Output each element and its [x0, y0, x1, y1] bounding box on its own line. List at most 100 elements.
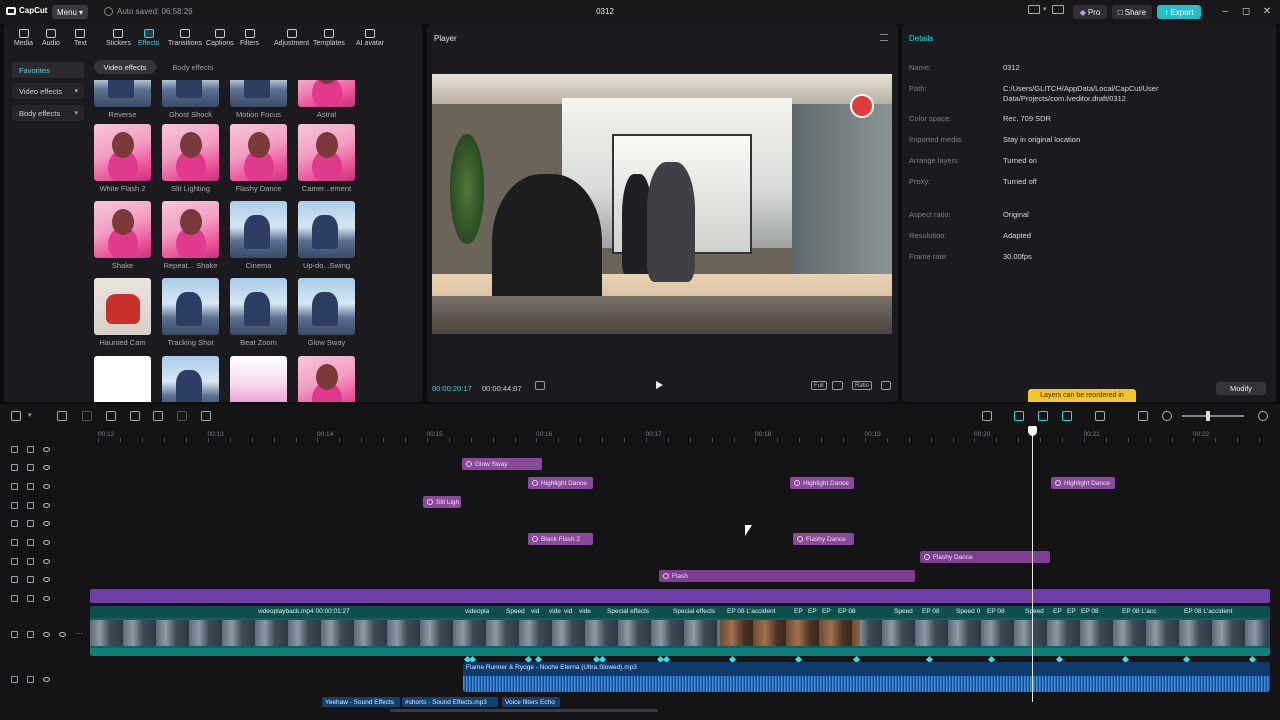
effect-clip[interactable]: Flash: [659, 570, 915, 582]
modify-button[interactable]: Modify: [1216, 382, 1266, 395]
effect-clip[interactable]: Slit Ligh: [423, 496, 461, 508]
sidebar-item-body-effects[interactable]: Body effects ▾: [12, 105, 84, 121]
panel-menu-icon[interactable]: [880, 34, 888, 41]
tab-body-effects[interactable]: Body effects: [162, 60, 224, 74]
fullscreen-icon[interactable]: [881, 381, 891, 390]
eye-icon[interactable]: [43, 447, 50, 452]
auto-snap-icon[interactable]: [1038, 411, 1048, 421]
lock-icon[interactable]: [27, 576, 34, 583]
tab-video-effects[interactable]: Video effects: [94, 60, 156, 74]
effect-item[interactable]: [230, 356, 290, 402]
delete-icon[interactable]: [177, 411, 187, 421]
effect-item[interactable]: Glow Sway: [298, 278, 358, 347]
zoom-out-icon[interactable]: [1162, 411, 1172, 421]
effect-clip[interactable]: Highlight Dance: [790, 477, 854, 489]
speaker-icon[interactable]: [59, 632, 66, 637]
effect-item[interactable]: Haunted Cam: [94, 278, 154, 347]
effect-item[interactable]: Repeat... Shake: [162, 201, 222, 270]
project-title[interactable]: 0312: [590, 7, 620, 16]
filter-track-clip[interactable]: [90, 589, 1270, 603]
linkage-icon[interactable]: [1062, 411, 1072, 421]
toolbar-stickers[interactable]: Stickers: [102, 24, 135, 52]
toolbar-captions[interactable]: Captions: [202, 24, 238, 52]
split-left-icon[interactable]: [130, 411, 140, 421]
lock-icon[interactable]: [27, 539, 34, 546]
effect-item[interactable]: Camer...ement: [298, 124, 358, 193]
playhead-handle[interactable]: [1028, 426, 1037, 436]
effect-item[interactable]: Flashy Dance: [230, 124, 290, 193]
effect-clip[interactable]: Highlight Dance: [528, 477, 593, 489]
effect-item[interactable]: Shake: [94, 201, 154, 270]
eye-icon[interactable]: [43, 540, 50, 545]
effect-clip[interactable]: Flashy Dance: [793, 533, 854, 545]
audio-track-clip[interactable]: Flame Runner & Ryoge - Noche Eterna (Ult…: [463, 662, 1270, 692]
menu-button[interactable]: Menu ▾: [52, 5, 88, 19]
eye-icon[interactable]: [43, 465, 50, 470]
toolbar-templates[interactable]: Templates: [309, 24, 349, 52]
effect-item[interactable]: Ghost Shock: [162, 80, 222, 119]
toolbar-adjustment[interactable]: Adjustment: [270, 24, 313, 52]
effect-item[interactable]: Astral: [298, 80, 358, 119]
sidebar-item-favorites[interactable]: Favorites: [12, 62, 84, 78]
video-preview[interactable]: [432, 74, 892, 334]
sound-effect-clip[interactable]: #shorts - Sound Effects.mp3: [402, 697, 498, 707]
timeline-ruler[interactable]: 00:12 00:13 00:14 00:15 00:16 00:17 00:18 00:19…: [90, 428, 1280, 442]
effect-clip[interactable]: Highlight Dance: [1051, 477, 1115, 489]
share-button[interactable]: □ Share: [1112, 5, 1152, 19]
effect-item[interactable]: Motion Focus: [230, 80, 290, 119]
split-icon[interactable]: [106, 411, 116, 421]
effect-item[interactable]: Beat Zoom: [230, 278, 290, 347]
lock-icon[interactable]: [27, 446, 34, 453]
toolbar-audio[interactable]: Audio: [38, 24, 64, 52]
minimize-button[interactable]: –: [1219, 6, 1231, 17]
zoom-slider-thumb[interactable]: [1206, 411, 1210, 421]
toolbar-ai-avatar[interactable]: AI avatar: [352, 24, 388, 52]
lock-icon[interactable]: [27, 464, 34, 471]
redo-icon[interactable]: [82, 411, 92, 421]
eye-icon[interactable]: [43, 632, 50, 637]
effect-item[interactable]: Reverse: [94, 80, 154, 119]
preview-axis-icon[interactable]: [1095, 411, 1105, 421]
sound-effect-clip[interactable]: Yeehaw - Sound Effects: [322, 697, 400, 707]
eye-icon[interactable]: [43, 559, 50, 564]
eye-icon[interactable]: [43, 484, 50, 489]
pro-button[interactable]: ◆ Pro: [1073, 5, 1107, 19]
select-cursor-icon[interactable]: [11, 411, 21, 421]
eye-icon[interactable]: [43, 577, 50, 582]
effect-item[interactable]: Up-do...Swing: [298, 201, 358, 270]
shield-icon[interactable]: [201, 411, 211, 421]
full-quality-button[interactable]: Full: [811, 381, 827, 390]
export-button[interactable]: ↑ Export: [1157, 5, 1201, 19]
lock-icon[interactable]: [27, 676, 34, 683]
close-button[interactable]: ✕: [1261, 6, 1273, 17]
play-icon[interactable]: [656, 381, 663, 389]
lock-icon[interactable]: [27, 631, 34, 638]
lock-icon[interactable]: [27, 595, 34, 602]
chevron-down-icon[interactable]: ▾: [1043, 5, 1047, 13]
toolbar-filters[interactable]: Filters: [236, 24, 263, 52]
toolbar-effects[interactable]: Effects: [134, 24, 163, 52]
main-video-track[interactable]: videoplayback.mp4 00:00:01:27 videopla Spe…: [90, 606, 1270, 656]
lock-icon[interactable]: [27, 558, 34, 565]
lock-icon[interactable]: [27, 520, 34, 527]
lock-icon[interactable]: [27, 483, 34, 490]
main-track-magnet-icon[interactable]: [1014, 411, 1024, 421]
chevron-down-icon[interactable]: ▾: [28, 411, 38, 421]
timeline-sync-icon[interactable]: [535, 381, 545, 390]
shortcut-icon[interactable]: [1052, 5, 1064, 14]
toolbar-media[interactable]: Media: [10, 24, 37, 52]
ratio-button[interactable]: Ratio: [852, 381, 873, 390]
zoom-slider[interactable]: [1182, 415, 1244, 417]
effect-item[interactable]: [298, 356, 358, 402]
toolbar-transitions[interactable]: Transitions: [164, 24, 206, 52]
effect-clip[interactable]: Black Flash 2: [528, 533, 593, 545]
effect-clip[interactable]: Flashy Dance: [920, 551, 1050, 563]
snapshot-icon[interactable]: [832, 381, 843, 390]
microphone-icon[interactable]: [982, 411, 992, 421]
effect-item[interactable]: White Flash 2: [94, 124, 154, 193]
layout-icon[interactable]: [1028, 5, 1040, 14]
speaker-icon[interactable]: [43, 677, 50, 682]
split-right-icon[interactable]: [153, 411, 163, 421]
more-icon[interactable]: ···: [75, 629, 83, 638]
lock-icon[interactable]: [27, 502, 34, 509]
